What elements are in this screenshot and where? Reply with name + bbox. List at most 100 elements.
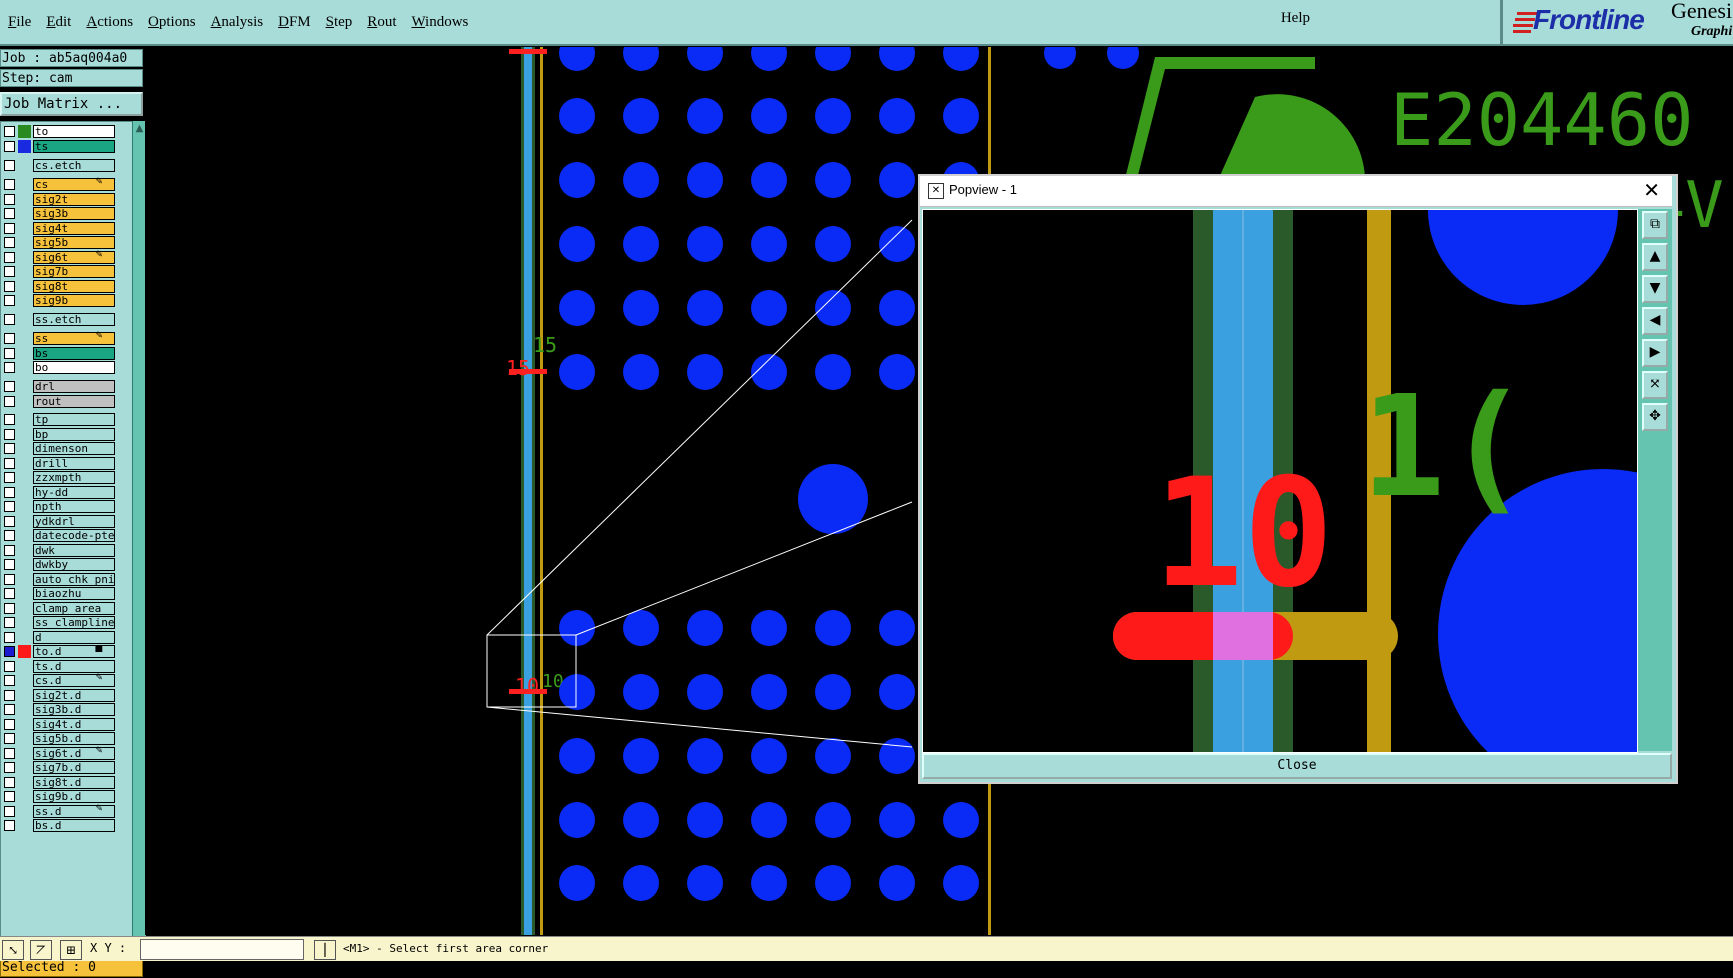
layer-checkbox[interactable] [4,719,15,730]
layer-checkbox[interactable] [4,443,15,454]
layer-checkbox[interactable] [4,762,15,773]
layer-checkbox[interactable] [4,179,15,190]
layer-checkbox[interactable] [4,252,15,263]
layer-name[interactable]: rout [33,395,115,408]
zoom-in-icon[interactable]: ✥ [1642,403,1668,431]
layer-row[interactable]: sig5b [1,235,133,250]
layer-checkbox[interactable] [4,806,15,817]
layer-color-swatch[interactable] [18,140,31,153]
layer-row[interactable]: dwk [1,543,133,558]
menu-help[interactable]: Help [1281,10,1310,27]
xy-input[interactable] [140,939,304,960]
layer-row[interactable]: bp [1,427,133,442]
menu-rout[interactable]: Rout [367,14,396,31]
layer-row[interactable]: datecode-pte [1,528,133,543]
menu-windows[interactable]: Windows [411,14,468,31]
layer-checkbox[interactable] [4,208,15,219]
layer-checkbox[interactable] [4,126,15,137]
layer-name[interactable]: sig7b [33,265,115,278]
layer-name[interactable]: bs [33,347,115,360]
zoom-out-icon[interactable]: ⤧ [1642,371,1668,399]
layer-row[interactable]: sig3b.d [1,702,133,717]
layer-name[interactable]: sig4t.d [33,718,115,731]
layer-checkbox[interactable] [4,194,15,205]
layer-name[interactable]: dwk [33,544,115,557]
layer-name[interactable]: drl [33,380,115,393]
layer-checkbox[interactable] [4,545,15,556]
layer-checkbox[interactable] [4,281,15,292]
layer-row[interactable]: dimenson [1,441,133,456]
layer-checkbox[interactable] [4,472,15,483]
layer-name[interactable]: sig3b.d [33,703,115,716]
scroll-up-icon[interactable]: ▲ [134,123,145,135]
layer-row[interactable]: sig2t.d [1,688,133,703]
layer-row[interactable]: sig2t [1,192,133,207]
layer-row[interactable]: sig9b.d [1,789,133,804]
popview-window[interactable]: ✕ Popview - 1 ✕ 10 1( ⧉ ▲ ▼ ◀ ▶ ⤧ ✥ Clos… [918,174,1678,784]
layer-row[interactable]: tp [1,412,133,427]
layer-name[interactable]: sig3b [33,207,115,220]
layer-row[interactable]: sig4t [1,221,133,236]
layer-row[interactable]: dwkby [1,557,133,572]
layer-row[interactable]: rout [1,394,133,409]
snap-tool-icon[interactable]: ⎮ [314,940,336,960]
layer-row[interactable]: sig3b [1,206,133,221]
pan-down-icon[interactable]: ▼ [1642,275,1668,303]
layer-checkbox[interactable] [4,314,15,325]
layer-name[interactable]: auto_chk_pni [33,573,115,586]
layer-name[interactable]: cs.etch [33,159,115,172]
layer-name[interactable]: sig2t [33,193,115,206]
layer-name[interactable]: sig9b [33,294,115,307]
layer-name[interactable]: sig4t [33,222,115,235]
layer-row[interactable]: sig7b.d [1,760,133,775]
layer-name[interactable]: ss.etch [33,313,115,326]
layer-checkbox[interactable] [4,791,15,802]
layer-checkbox[interactable] [4,266,15,277]
layer-checkbox[interactable] [4,690,15,701]
layer-name[interactable]: dwkby [33,558,115,571]
layer-row[interactable]: sig8t.d [1,775,133,790]
layer-row[interactable]: to.d ■ [1,644,133,659]
layer-checkbox[interactable] [4,487,15,498]
layer-name[interactable]: sig9b.d [33,790,115,803]
layer-row[interactable]: cs.etch [1,158,133,173]
layer-name[interactable]: ss_clampline [33,616,115,629]
layer-row[interactable]: sig5b.d [1,731,133,746]
layer-checkbox[interactable] [4,530,15,541]
layer-row[interactable]: bs.d [1,818,133,833]
layer-name[interactable]: hy-dd [33,486,115,499]
layer-row[interactable]: npth [1,499,133,514]
layer-row[interactable]: cs ✎ [1,177,133,192]
popview-canvas[interactable]: 10 1( [922,209,1638,753]
layer-name[interactable]: d [33,631,115,644]
layer-checkbox[interactable] [4,704,15,715]
layer-checkbox[interactable] [4,632,15,643]
layer-row[interactable]: ss.etch [1,312,133,327]
layer-row[interactable]: ydkdrl [1,514,133,529]
layer-row[interactable]: drill [1,456,133,471]
layer-row[interactable]: bs [1,346,133,361]
layer-row[interactable]: hy-dd [1,485,133,500]
job-matrix-button[interactable]: Job Matrix ... [0,92,143,116]
layer-checkbox[interactable] [4,237,15,248]
layer-checkbox[interactable] [4,458,15,469]
layer-color-swatch[interactable] [18,645,31,658]
layer-checkbox[interactable] [4,646,15,657]
menu-step[interactable]: Step [326,14,353,31]
layer-checkbox[interactable] [4,733,15,744]
layer-row[interactable]: cs.d ✎ [1,673,133,688]
layer-checkbox[interactable] [4,429,15,440]
layer-checkbox[interactable] [4,675,15,686]
layer-name[interactable]: sig8t [33,280,115,293]
layer-row[interactable]: ss.d ✎ [1,804,133,819]
layer-row[interactable]: auto_chk_pni [1,572,133,587]
layer-checkbox[interactable] [4,348,15,359]
layer-checkbox[interactable] [4,820,15,831]
layer-checkbox[interactable] [4,559,15,570]
popview-titlebar[interactable]: ✕ Popview - 1 ✕ [920,176,1672,207]
layer-row[interactable]: sig6t.d ✎ [1,746,133,761]
layer-row[interactable]: biaozhu [1,586,133,601]
layer-name[interactable]: clamp_area [33,602,115,615]
menu-actions[interactable]: Actions [86,14,133,31]
layer-row[interactable]: ts.d [1,659,133,674]
